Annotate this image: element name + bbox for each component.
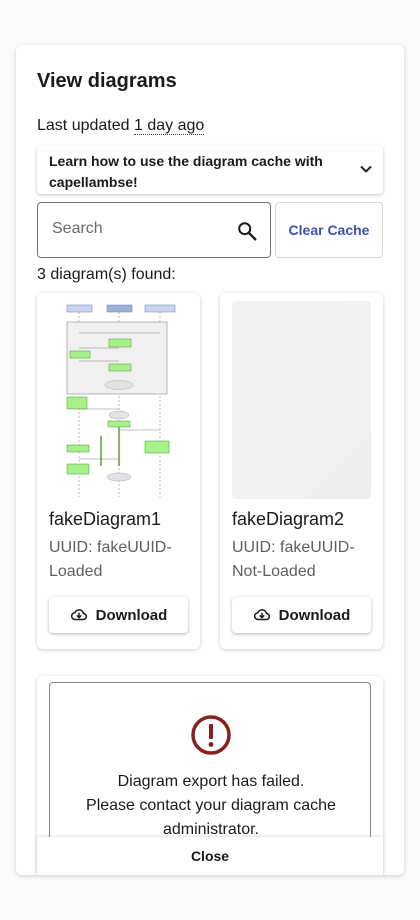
diagram-card: fakeDiagram1 UUID: fakeUUID-Loaded Downl… <box>37 293 200 649</box>
diagram-uuid: UUID: fakeUUID-Loaded <box>49 539 172 580</box>
search-field[interactable] <box>37 202 271 258</box>
diagram-uuid: UUID: fakeUUID-Not-Loaded <box>232 539 355 580</box>
diagram-name: fakeDiagram1 <box>49 509 162 529</box>
download-label: Download <box>278 606 351 624</box>
dialog-footer: Close <box>37 837 383 875</box>
dialog-title: View diagrams <box>37 70 177 92</box>
error-line: Please contact your diagram cache <box>86 797 336 814</box>
search-input[interactable] <box>52 220 222 238</box>
learn-expander-label: Learn how to use the diagram cache with … <box>49 153 323 190</box>
results-count: 3 diagram(s) found: <box>37 266 176 283</box>
diagram-thumbnail[interactable] <box>49 301 188 499</box>
cloud-download-icon <box>253 609 270 621</box>
cloud-download-icon <box>70 609 87 621</box>
search-icon[interactable] <box>236 220 258 242</box>
view-diagrams-dialog: View diagrams Last updated 1 day ago Lea… <box>16 45 404 875</box>
clear-cache-button[interactable]: Clear Cache <box>275 202 383 258</box>
download-label: Download <box>95 606 168 624</box>
last-updated-label: Last updated <box>37 117 130 134</box>
diagram-thumbnail-placeholder <box>232 301 371 499</box>
last-updated-value: 1 day ago <box>133 117 205 135</box>
download-button[interactable]: Download <box>232 597 371 633</box>
diagram-name: fakeDiagram2 <box>232 509 345 529</box>
learn-expander[interactable]: Learn how to use the diagram cache with … <box>37 146 383 194</box>
error-icon <box>191 715 231 755</box>
download-button[interactable]: Download <box>49 597 188 633</box>
last-updated: Last updated 1 day ago <box>37 117 205 135</box>
close-button[interactable]: Close <box>37 837 383 875</box>
error-line: Diagram export has failed. <box>117 773 305 790</box>
diagram-card: fakeDiagram2 UUID: fakeUUID-Not-Loaded D… <box>220 293 383 649</box>
chevron-down-icon <box>360 165 372 173</box>
error-message: Diagram export has failed. Please contac… <box>50 770 372 842</box>
